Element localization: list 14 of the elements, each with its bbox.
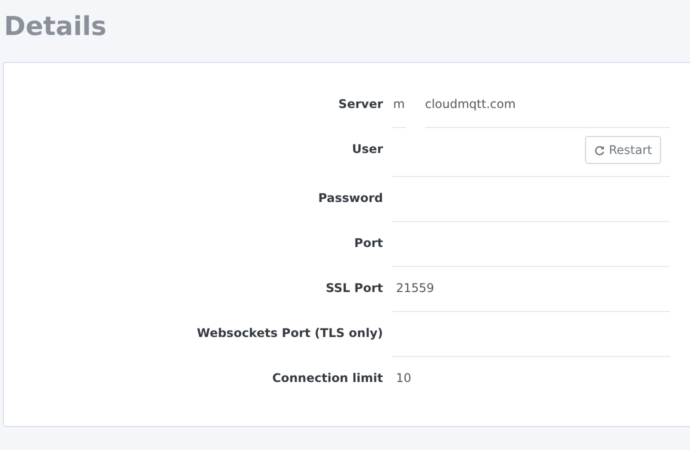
- refresh-icon: [594, 144, 605, 156]
- field-value: cloudmqtt.com: [425, 83, 670, 128]
- field-value: m: [392, 83, 406, 128]
- field-label: Port: [353, 235, 383, 252]
- page-title: Details: [3, 11, 108, 44]
- field-label: Password: [317, 190, 383, 207]
- field-label: User: [351, 141, 383, 158]
- restart-button[interactable]: Restart: [584, 136, 661, 164]
- field-label: Server: [337, 96, 383, 113]
- field-value: 10: [396, 370, 412, 387]
- field-label: Connection limit: [271, 370, 383, 387]
- field-value: 21559: [396, 280, 434, 297]
- field-label: Websockets Port (TLS only): [196, 325, 383, 342]
- field-label: SSL Port: [324, 280, 383, 297]
